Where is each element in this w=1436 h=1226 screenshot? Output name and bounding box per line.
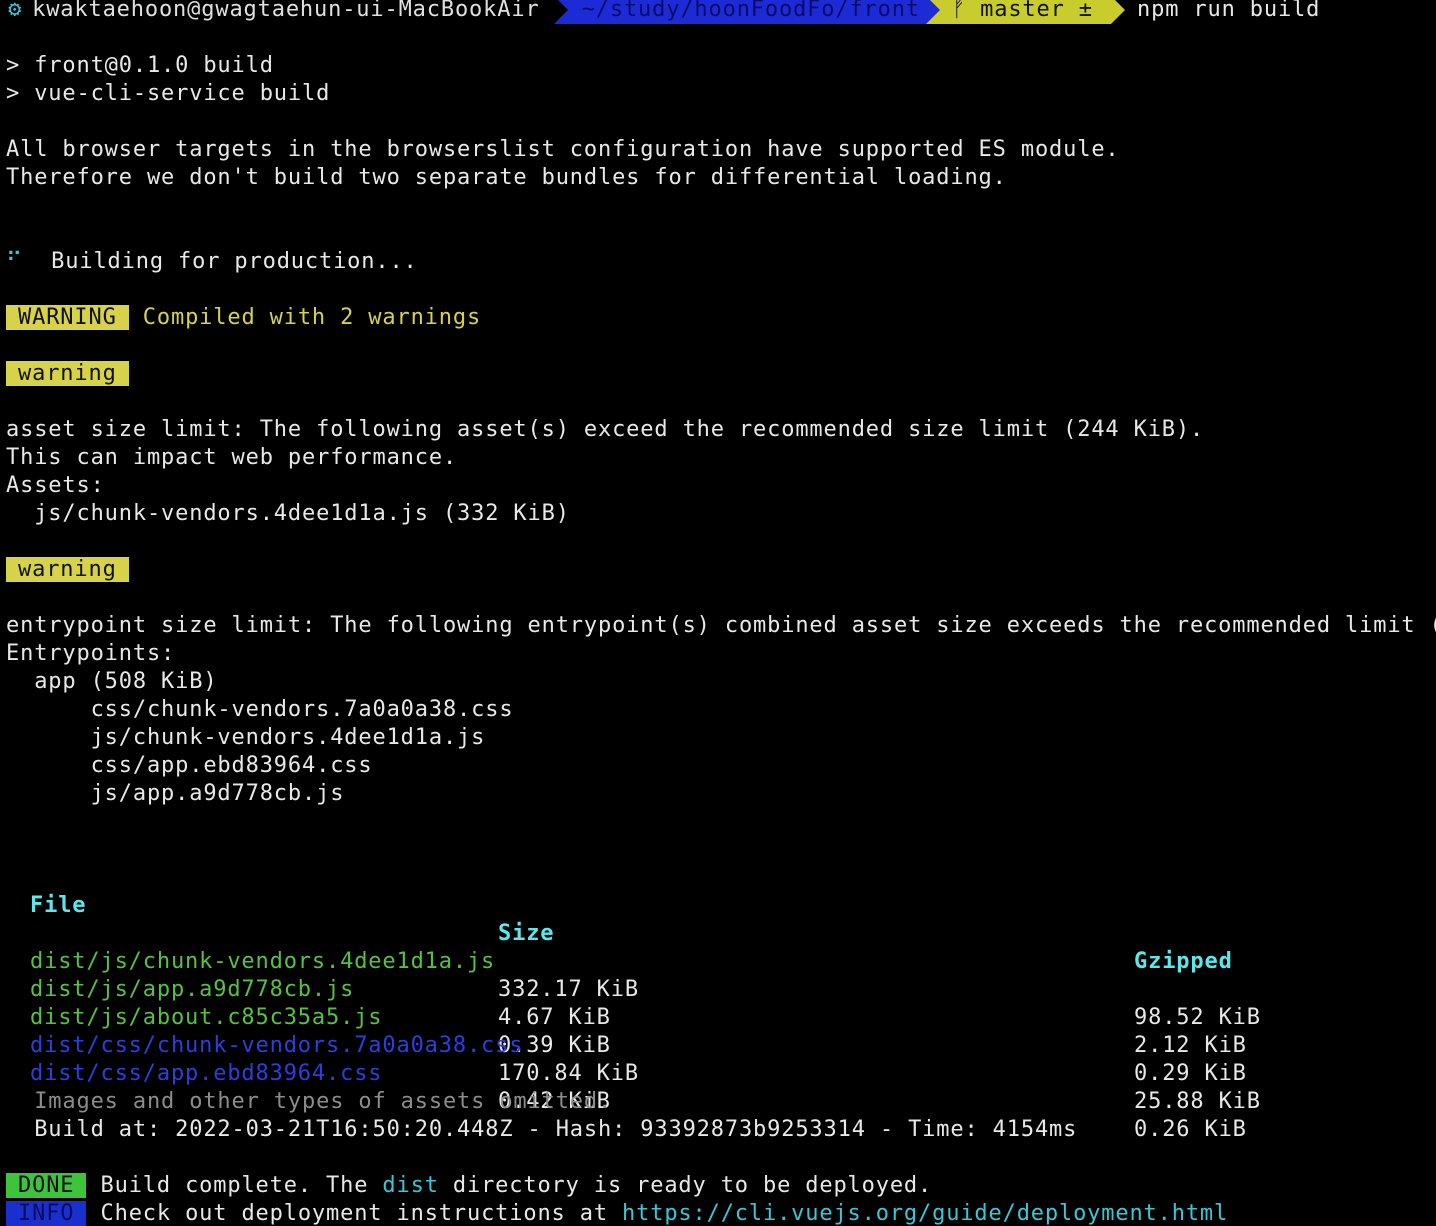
script-line: > front@0.1.0 build — [6, 53, 274, 78]
compile-text: Compiled with 2 warnings — [142, 305, 482, 330]
table-row: dist/js/app.a9d778cb.js 4.67 KiB 2.12 Ki… — [0, 948, 1436, 1058]
shell-prompt: ⚙ kwaktaehoon@gwagtaehun-ui-MacBookAir ~/… — [0, 0, 1320, 24]
compile-status: WARNING Compiled with 2 warnings — [6, 304, 481, 332]
powerline-separator — [925, 0, 940, 24]
info-badge: INFO — [6, 1201, 87, 1226]
powerline-separator — [1111, 0, 1125, 24]
script-line: > vue-cli-service build — [6, 81, 331, 106]
build-info: Build at: 2022-03-21T16:50:20.448Z - Has… — [6, 1117, 1078, 1142]
typed-command: npm run build — [1137, 0, 1321, 22]
dist-word: dist — [382, 1173, 439, 1198]
building-text: Building for production... — [51, 249, 418, 274]
file-path: dist/css/app.ebd83964.css — [30, 1061, 383, 1086]
warning-line: entrypoint size limit: The following ent… — [6, 613, 1436, 638]
notice-line: All browser targets in the browserslist … — [6, 137, 1120, 162]
spinner-icon: ⠋ — [6, 249, 23, 274]
powerline-separator — [553, 0, 568, 24]
gear-icon: ⚙ — [8, 0, 23, 22]
prompt-path: ~/study/hoonFoodFo/front — [567, 0, 926, 24]
warning-badge: WARNING — [6, 305, 129, 330]
terminal-window[interactable]: ⚙ kwaktaehoon@gwagtaehun-ui-MacBookAir ~/… — [0, 0, 1436, 1226]
file-size: 170.84 KiB — [498, 1061, 639, 1086]
building-status: ⠋ Building for production... — [6, 248, 418, 276]
file-gzipped: 0.29 KiB — [1134, 1061, 1247, 1086]
warning-line: css/chunk-vendors.7a0a0a38.css — [6, 697, 514, 722]
done-text-after: directory is ready to be deployed. — [438, 1173, 933, 1198]
table-row: dist/css/chunk-vendors.7a0a0a38.css 170.… — [0, 1004, 1436, 1114]
warning-line: css/app.ebd83964.css — [6, 753, 373, 778]
table-row: dist/js/chunk-vendors.4dee1d1a.js 332.17… — [0, 920, 1436, 1030]
done-status: DONE Build complete. The dist directory … — [6, 1172, 932, 1200]
warning-line: js/chunk-vendors.4dee1d1a.js (332 KiB) — [6, 501, 570, 526]
warning-line: asset size limit: The following asset(s)… — [6, 417, 1205, 442]
done-text-before: Build complete. The — [100, 1173, 383, 1198]
warning-line: js/app.a9d778cb.js — [6, 781, 345, 806]
warning-line: js/chunk-vendors.4dee1d1a.js — [6, 725, 486, 750]
prompt-user-host: kwaktaehoon@gwagtaehun-ui-MacBookAir — [32, 0, 540, 22]
omitted-note: Images and other types of assets omitted… — [6, 1089, 613, 1114]
warning-line: This can impact web performance. — [6, 445, 458, 470]
git-branch-name: master ± — [980, 0, 1093, 22]
table-header: File Size Gzipped — [0, 864, 1436, 974]
warning-badge: warning — [6, 360, 129, 388]
done-badge: DONE — [6, 1173, 87, 1198]
info-status: INFO Check out deployment instructions a… — [6, 1200, 1228, 1226]
file-gzipped: 25.88 KiB — [1134, 1089, 1261, 1114]
column-header-file: File — [30, 893, 87, 918]
table-row: dist/js/about.c85c35a5.js 0.39 KiB 0.29 … — [0, 976, 1436, 1086]
notice-line: Therefore we don't build two separate bu… — [6, 165, 1007, 190]
table-row: dist/css/app.ebd83964.css 0.42 KiB 0.26 … — [0, 1032, 1436, 1142]
git-branch-icon: ᚠ — [951, 0, 967, 22]
file-gzipped: 0.26 KiB — [1134, 1117, 1247, 1142]
warning-line: Entrypoints: — [6, 641, 176, 666]
deployment-guide-link[interactable]: https://cli.vuejs.org/guide/deployment.h… — [622, 1201, 1228, 1226]
warning-line: app (508 KiB) — [6, 669, 218, 694]
prompt-git-segment: ᚠ master ± — [939, 0, 1111, 24]
prompt-user-segment: ⚙ kwaktaehoon@gwagtaehun-ui-MacBookAir — [0, 0, 554, 24]
warning-line: Assets: — [6, 473, 105, 498]
warning-badge: warning — [6, 556, 129, 584]
info-text: Check out deployment instructions at — [100, 1201, 623, 1226]
